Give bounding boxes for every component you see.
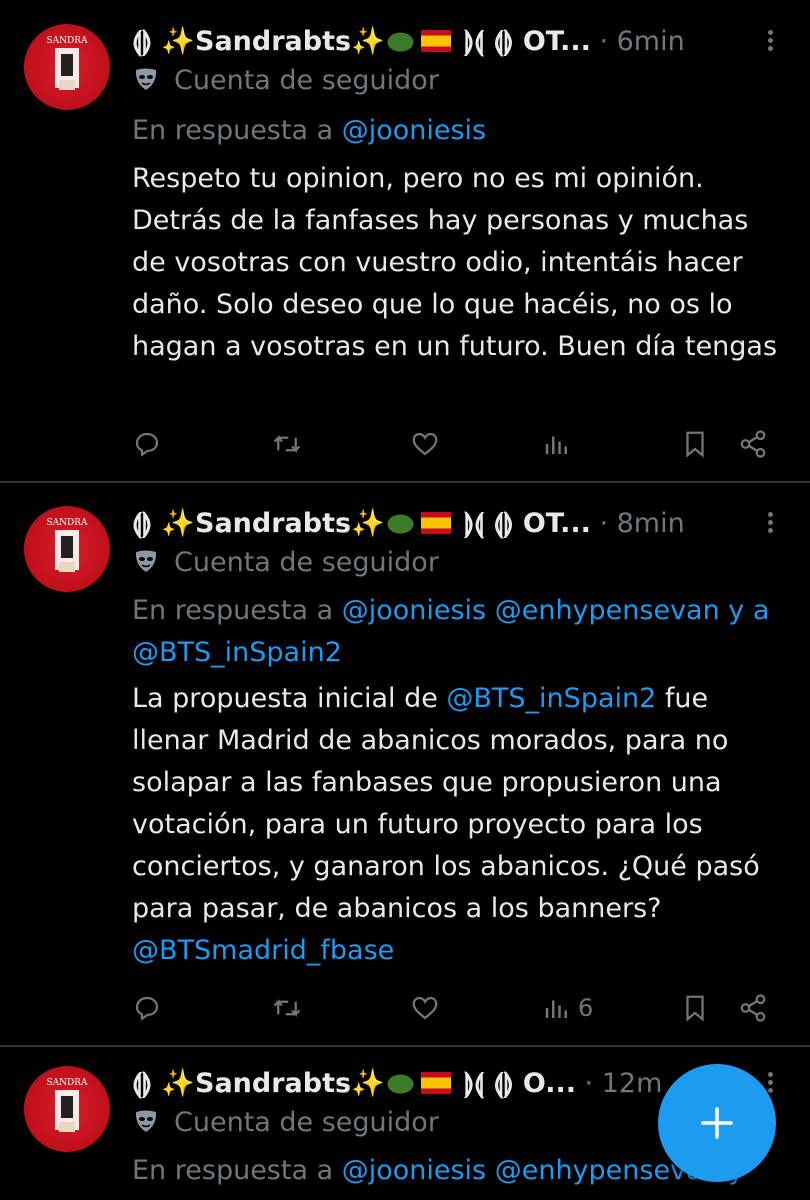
mention-link[interactable]: @jooniesis	[342, 1155, 486, 1186]
timestamp[interactable]: · 8min	[591, 508, 684, 539]
follower-badge: Cuenta de seguidor	[132, 545, 439, 581]
follower-badge: Cuenta de seguidor	[132, 63, 439, 99]
mask-icon	[135, 550, 157, 572]
views-icon	[545, 1000, 567, 1018]
spain-flag-icon	[420, 512, 451, 534]
spain-flag-icon	[420, 1072, 451, 1094]
retweet-icon	[273, 999, 301, 1017]
timestamp[interactable]: · 12m	[576, 1068, 663, 1099]
more-icon[interactable]	[766, 30, 774, 54]
turtle-emoji-icon	[386, 512, 417, 534]
reply-button[interactable]	[132, 988, 162, 1028]
share-button[interactable]	[738, 988, 768, 1028]
tweet-header: ⟬⟭ ✨Sandrabts✨ ⟭⟬ ⟬⟭ OT... · 8min	[132, 506, 752, 542]
bookmark-button[interactable]	[680, 424, 710, 464]
mention-link[interactable]: @jooniesis	[342, 595, 486, 626]
like-button[interactable]	[410, 424, 440, 464]
mention-link[interactable]: @jooniesis	[342, 115, 486, 146]
share-button[interactable]	[738, 424, 768, 464]
views-button[interactable]: 6	[542, 988, 593, 1028]
avatar[interactable]: SANDRA	[24, 24, 110, 110]
compose-button[interactable]	[658, 1064, 776, 1182]
tweet-text: Respeto tu opinion, pero no es mi opinió…	[132, 163, 778, 362]
badge-label: Cuenta de seguidor	[174, 1107, 439, 1138]
avatar-figure-icon	[55, 530, 79, 572]
avatar-figure-icon	[55, 48, 79, 90]
display-name[interactable]: ⟬⟭ ✨Sandrabts✨ ⟭⟬ ⟬⟭ O...	[132, 1068, 576, 1099]
reply-button[interactable]	[132, 424, 162, 464]
text-segment: La propuesta inicial de	[132, 683, 447, 714]
action-bar	[132, 424, 782, 464]
retweet-button[interactable]	[272, 988, 302, 1028]
heart-icon	[412, 432, 438, 456]
mask-icon	[135, 1110, 157, 1132]
text-segment: fue llenar Madrid de abanicos morados, p…	[132, 683, 760, 924]
avatar[interactable]: SANDRA	[24, 506, 110, 592]
bookmark-button[interactable]	[680, 988, 710, 1028]
reply-icon	[135, 432, 159, 457]
tweet-header: ⟬⟭ ✨Sandrabts✨ ⟭⟬ ⟬⟭ O... · 12m	[132, 1066, 752, 1102]
share-icon	[740, 994, 766, 1022]
turtle-emoji-icon	[386, 1072, 417, 1094]
follower-badge: Cuenta de seguidor	[132, 1105, 439, 1141]
display-name[interactable]: ⟬⟭ ✨Sandrabts✨ ⟭⟬ ⟬⟭ OT...	[132, 508, 591, 539]
retweet-icon	[273, 435, 301, 453]
spain-flag-icon	[420, 30, 451, 52]
heart-icon	[412, 996, 438, 1020]
more-icon[interactable]	[766, 512, 774, 536]
timestamp[interactable]: · 6min	[591, 26, 684, 57]
avatar[interactable]: SANDRA	[24, 1066, 110, 1152]
reply-context: En respuesta a @jooniesis @enhypensevan …	[132, 590, 782, 674]
display-name[interactable]: ⟬⟭ ✨Sandrabts✨ ⟭⟬ ⟬⟭ OT...	[132, 26, 591, 57]
like-button[interactable]	[410, 988, 440, 1028]
mention-link[interactable]: @enhypensevan	[495, 595, 720, 626]
tweet-text: La propuesta inicial de @BTS_inSpain2 fu…	[132, 678, 788, 972]
bookmark-icon	[686, 431, 704, 458]
reply-context: En respuesta a @jooniesis	[132, 110, 782, 152]
reply-prefix: En respuesta a	[132, 595, 342, 626]
reply-icon	[135, 996, 159, 1021]
reply-prefix: En respuesta a	[132, 1155, 342, 1186]
bookmark-icon	[686, 995, 704, 1022]
retweet-button[interactable]	[272, 424, 302, 464]
reply-joiner: y a	[719, 595, 770, 626]
share-icon	[740, 430, 766, 458]
badge-label: Cuenta de seguidor	[174, 65, 439, 96]
views-button[interactable]	[542, 424, 578, 464]
views-count: 6	[578, 994, 594, 1022]
plus-icon	[701, 1107, 733, 1139]
tweet[interactable]: SANDRA ⟬⟭ ✨Sandrabts✨ ⟭⟬ ⟬⟭ OT... · 8min…	[0, 482, 810, 1046]
reply-prefix: En respuesta a	[132, 115, 342, 146]
tweet-header: ⟬⟭ ✨Sandrabts✨ ⟭⟬ ⟬⟭ OT... · 6min	[132, 24, 752, 60]
turtle-emoji-icon	[386, 30, 417, 52]
avatar-figure-icon	[55, 1090, 79, 1132]
mention-link[interactable]: @BTSmadrid_fbase	[132, 935, 394, 966]
mention-link[interactable]: @BTS_inSpain2	[446, 683, 656, 714]
action-bar: 6	[132, 988, 782, 1028]
mention-link[interactable]: @BTS_inSpain2	[132, 637, 342, 668]
tweet[interactable]: SANDRA ⟬⟭ ✨Sandrabts✨ ⟭⟬ ⟬⟭ OT... · 6min…	[0, 0, 810, 482]
badge-label: Cuenta de seguidor	[174, 547, 439, 578]
mask-icon	[135, 68, 157, 90]
views-icon	[545, 436, 567, 454]
